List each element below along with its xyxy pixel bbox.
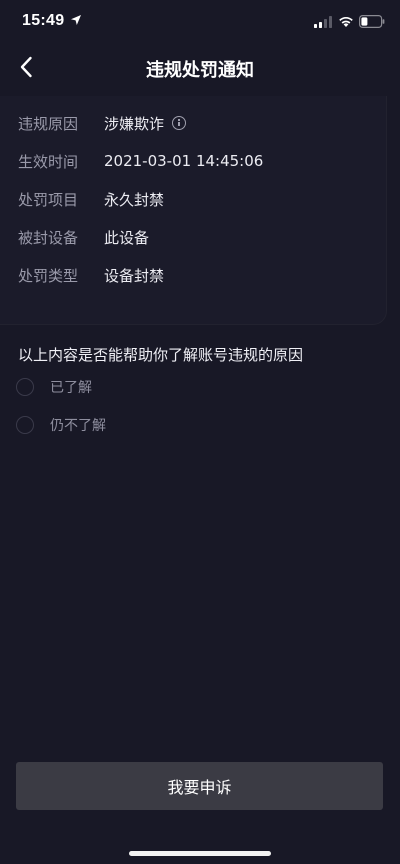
battery-icon: [359, 15, 385, 28]
info-label: 生效时间: [18, 152, 79, 171]
info-value: 设备封禁: [104, 266, 165, 285]
info-row-effective-time: 生效时间 2021-03-01 14:45:06: [18, 149, 263, 173]
radio-button[interactable]: [16, 378, 34, 396]
info-value: 此设备: [104, 228, 150, 247]
option-understood[interactable]: 已了解: [16, 375, 92, 399]
info-label: 违规原因: [18, 114, 79, 133]
info-row-penalty-type: 处罚类型 设备封禁: [18, 263, 164, 287]
wifi-icon: [339, 16, 353, 27]
status-time: 15:49: [22, 12, 65, 29]
home-indicator[interactable]: [129, 851, 271, 856]
info-row-reason: 违规原因 涉嫌欺诈: [18, 111, 187, 135]
info-label: 处罚类型: [18, 266, 79, 285]
info-row-penalty-item: 处罚项目 永久封禁: [18, 187, 164, 211]
option-label: 已了解: [50, 380, 92, 396]
option-label: 仍不了解: [50, 418, 106, 434]
violation-info-card: 违规原因 涉嫌欺诈 生效时间 2021-03-01 14:45:06 处罚项目 …: [0, 96, 387, 325]
location-arrow-icon: [71, 15, 81, 25]
status-bar: 15:49: [0, 0, 400, 44]
info-value: 永久封禁: [104, 190, 165, 209]
appeal-button[interactable]: 我要申诉: [16, 762, 383, 810]
info-value: 涉嫌欺诈: [104, 113, 187, 134]
reason-value: 涉嫌欺诈: [104, 114, 165, 133]
screen: 15:49 违规处罚通知 违规原因 涉嫌欺诈 生效时间 2021-03-01 1…: [0, 0, 400, 864]
nav-bar: 违规处罚通知: [0, 44, 400, 92]
page-title: 违规处罚通知: [146, 60, 254, 81]
cellular-signal-icon: [314, 16, 332, 28]
option-still-not-understood[interactable]: 仍不了解: [16, 413, 106, 437]
info-row-banned-device: 被封设备 此设备: [18, 225, 149, 249]
info-label: 被封设备: [18, 228, 79, 247]
survey-question: 以上内容是否能帮助你了解账号违规的原因: [18, 346, 304, 364]
info-value: 2021-03-01 14:45:06: [104, 152, 264, 170]
info-label: 处罚项目: [18, 190, 79, 209]
radio-button[interactable]: [16, 416, 34, 434]
info-circle-icon[interactable]: [172, 116, 187, 130]
